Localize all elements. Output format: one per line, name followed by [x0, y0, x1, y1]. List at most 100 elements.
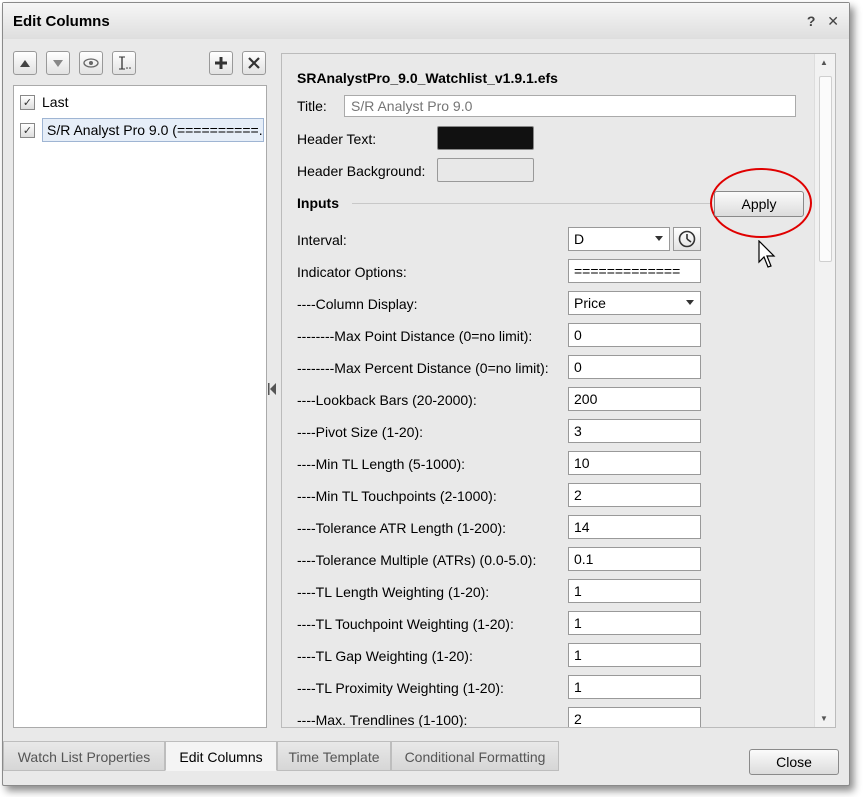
clock-icon [678, 230, 696, 248]
list-item[interactable]: ✓ Last [20, 90, 68, 114]
input-label: ----Column Display: [297, 296, 418, 312]
input-label: Interval: [297, 232, 347, 248]
help-icon[interactable]: ? [807, 13, 816, 29]
input-field[interactable]: 200 [568, 387, 701, 411]
input-value: Price [574, 295, 606, 311]
input-label: ----TL Gap Weighting (1-20): [297, 648, 473, 664]
mouse-cursor-icon [758, 240, 776, 268]
move-up-button[interactable] [13, 51, 37, 75]
input-label: ----Tolerance Multiple (ATRs) (0.0-5.0): [297, 552, 537, 568]
list-item[interactable]: ✓ S/R Analyst Pro 9.0 (==========... [20, 118, 264, 142]
input-value: 0.1 [574, 551, 594, 567]
bottom-tab-bar: Watch List Properties Edit Columns Time … [3, 741, 563, 771]
input-label: ----Min TL Touchpoints (2-1000): [297, 488, 497, 504]
input-label: ----TL Proximity Weighting (1-20): [297, 680, 504, 696]
delete-icon [248, 57, 260, 69]
file-title: SRAnalystPro_9.0_Watchlist_v1.9.1.efs [297, 70, 558, 86]
chevron-down-icon [655, 236, 663, 241]
header-text-color-swatch[interactable] [437, 126, 534, 150]
dialog-title: Edit Columns [13, 13, 110, 30]
move-down-button[interactable] [46, 51, 70, 75]
close-icon[interactable]: ✕ [827, 13, 839, 29]
input-value: 2 [574, 711, 582, 727]
column-properties-panel: SRAnalystPro_9.0_Watchlist_v1.9.1.efs Ti… [281, 53, 836, 728]
columns-toolbar [13, 51, 266, 79]
arrow-up-icon [20, 59, 30, 67]
collapse-left-icon [268, 383, 276, 395]
title-label: Title: [297, 98, 327, 114]
input-value: D [574, 231, 585, 247]
dropdown-select[interactable]: Price [568, 291, 701, 315]
input-value: 2 [574, 487, 582, 503]
input-field[interactable]: 1 [568, 611, 701, 635]
remove-column-button[interactable] [242, 51, 266, 75]
input-value: 1 [574, 583, 582, 599]
input-field[interactable]: 0 [568, 355, 701, 379]
input-field[interactable]: 2 [568, 707, 701, 727]
title-input[interactable] [344, 95, 796, 117]
input-field[interactable]: 3 [568, 419, 701, 443]
collapse-panel-handle[interactable] [268, 381, 276, 399]
title-bar: Edit Columns ? ✕ [3, 3, 849, 39]
input-label: ----Max. Trendlines (1-100): [297, 712, 468, 728]
header-text-label: Header Text: [297, 131, 377, 147]
input-value: 1 [574, 647, 582, 663]
apply-button[interactable]: Apply [714, 191, 804, 217]
columns-list: ✓ Last ✓ S/R Analyst Pro 9.0 (==========… [13, 85, 267, 728]
input-label: --------Max Percent Distance (0=no limit… [297, 360, 549, 376]
inputs-divider [352, 203, 712, 204]
input-field[interactable]: 14 [568, 515, 701, 539]
header-background-color-swatch[interactable] [437, 158, 534, 182]
tab-time-template[interactable]: Time Template [277, 741, 391, 771]
add-icon [215, 57, 227, 69]
input-label: ----Tolerance ATR Length (1-200): [297, 520, 507, 536]
input-field[interactable]: 1 [568, 643, 701, 667]
tab-edit-columns[interactable]: Edit Columns [165, 741, 277, 771]
edit-columns-dialog: Edit Columns ? ✕ ✓ Last ✓ S/R Analyst Pr… [2, 2, 850, 786]
inputs-section-header: Inputs [297, 195, 339, 211]
title-actions: ? ✕ [799, 13, 839, 30]
input-value: 14 [574, 519, 590, 535]
scrollbar-thumb[interactable] [819, 76, 832, 262]
input-label: --------Max Point Distance (0=no limit): [297, 328, 533, 344]
input-label: ----Lookback Bars (20-2000): [297, 392, 477, 408]
scroll-up-icon[interactable]: ▲ [820, 58, 828, 67]
list-item-label: S/R Analyst Pro 9.0 (==========... [42, 118, 264, 142]
close-button[interactable]: Close [749, 749, 839, 775]
input-label: Indicator Options: [297, 264, 407, 280]
checkbox-sr-analyst[interactable]: ✓ [20, 122, 35, 138]
input-value: 10 [574, 455, 590, 471]
vertical-scrollbar[interactable]: ▲ ▼ [814, 54, 835, 727]
tab-conditional-formatting[interactable]: Conditional Formatting [391, 741, 559, 771]
list-item-label: Last [42, 94, 69, 110]
rename-icon [119, 56, 131, 70]
input-value: 0 [574, 359, 582, 375]
input-field[interactable]: 2 [568, 483, 701, 507]
input-field[interactable]: 1 [568, 675, 701, 699]
input-label: ----Pivot Size (1-20): [297, 424, 424, 440]
toggle-visibility-button[interactable] [79, 51, 103, 75]
input-value: 1 [574, 615, 582, 631]
interval-picker-button[interactable] [673, 227, 701, 251]
header-background-label: Header Background: [297, 163, 426, 179]
input-field[interactable]: 10 [568, 451, 701, 475]
input-label: ----Min TL Length (5-1000): [297, 456, 466, 472]
input-label: ----TL Touchpoint Weighting (1-20): [297, 616, 514, 632]
arrow-down-icon [53, 59, 63, 67]
input-field[interactable]: ============= [568, 259, 701, 283]
checkbox-last[interactable]: ✓ [20, 94, 35, 110]
scroll-down-icon[interactable]: ▼ [820, 714, 828, 723]
tab-watch-list-properties[interactable]: Watch List Properties [3, 741, 165, 771]
input-value: 1 [574, 679, 582, 695]
dropdown-select[interactable]: D [568, 227, 670, 251]
add-column-button[interactable] [209, 51, 233, 75]
input-field[interactable]: 0.1 [568, 547, 701, 571]
input-value: ============= [574, 263, 681, 279]
input-value: 0 [574, 327, 582, 343]
input-label: ----TL Length Weighting (1-20): [297, 584, 490, 600]
input-field[interactable]: 0 [568, 323, 701, 347]
input-value: 3 [574, 423, 582, 439]
input-field[interactable]: 1 [568, 579, 701, 603]
rename-button[interactable] [112, 51, 136, 75]
eye-icon [83, 58, 99, 68]
